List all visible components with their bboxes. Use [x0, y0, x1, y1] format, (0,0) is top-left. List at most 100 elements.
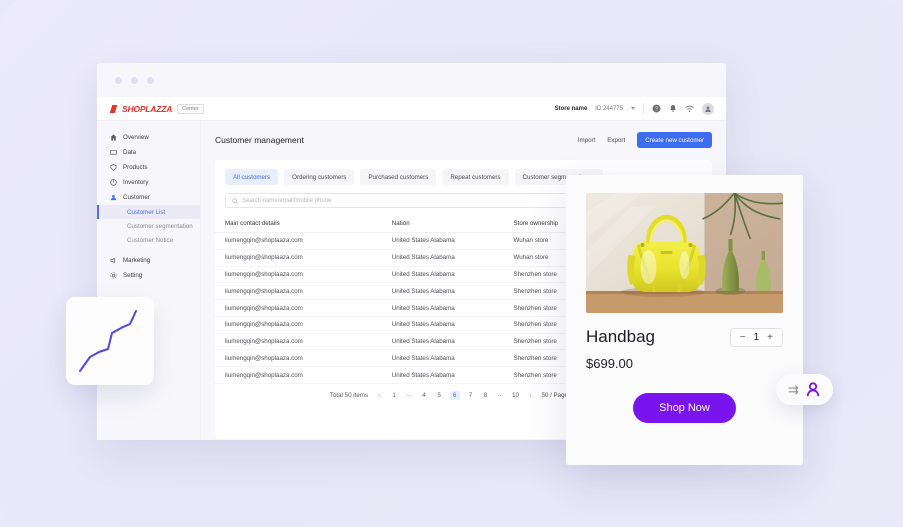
table-cell: United States Alabama: [381, 232, 504, 250]
window-dot-close[interactable]: [115, 76, 122, 84]
tab-purchased-customers[interactable]: Purchased customers: [360, 169, 437, 185]
tab-all-customers[interactable]: All customers: [225, 169, 279, 185]
table-cell: liumengqin@shoplaaza.com: [215, 366, 382, 385]
table-cell: United States Alabama: [381, 299, 504, 317]
app-top-bar: SHOPLAZZA Center Store name ID:244775 ?: [97, 97, 726, 121]
line-chart-svg: [79, 310, 137, 372]
sidebar-item-products[interactable]: Products: [97, 160, 200, 175]
avatar[interactable]: [702, 102, 714, 115]
sidebar-subitem-customer-list[interactable]: Customer List: [97, 205, 200, 219]
window-dot-minimize[interactable]: [131, 76, 138, 84]
help-icon[interactable]: ?: [652, 104, 661, 113]
sidebar-item-label: Customer: [123, 194, 150, 201]
user-icon: [109, 194, 117, 202]
export-button[interactable]: Export: [607, 137, 625, 144]
logo-text: SHOPLAZZA: [122, 103, 173, 114]
column-header-nation[interactable]: Nation: [381, 215, 504, 233]
sidebar-item-label: Products: [123, 164, 148, 171]
tag-icon: [109, 164, 117, 172]
tab-repeat-customers[interactable]: Repeat customers: [442, 169, 509, 185]
wifi-icon[interactable]: [685, 105, 694, 113]
pagination-page[interactable]: 1: [390, 392, 398, 399]
sidebar-item-setting[interactable]: Setting: [97, 268, 200, 283]
table-cell: United States Alabama: [381, 316, 504, 334]
page-header: Customer management Import Export Create…: [201, 129, 726, 151]
shop-now-button[interactable]: Shop Now: [633, 393, 736, 423]
sidebar-item-data[interactable]: Data: [97, 145, 200, 160]
brand-logo[interactable]: SHOPLAZZA Center: [109, 103, 204, 114]
double-arrow-icon: ⇉: [788, 381, 799, 397]
table-cell: United States Alabama: [381, 266, 504, 284]
tab-label: Repeat customers: [450, 173, 501, 181]
pagination-pages: 1 ··· 4 5 6 7 8 ··· 10: [390, 391, 520, 401]
sidebar-item-customer[interactable]: Customer: [97, 190, 200, 205]
quantity-decrease-button[interactable]: −: [740, 332, 746, 343]
floating-action-pill[interactable]: ⇉: [776, 374, 833, 405]
product-info-row: Handbag − 1 +: [586, 327, 783, 347]
gear-icon: [109, 272, 117, 280]
sidebar: Overview Data Products Inventory Custome…: [97, 121, 201, 440]
sidebar-item-label: Data: [123, 149, 137, 156]
sidebar-item-label: Marketing: [123, 257, 151, 264]
logo-badge: Center: [177, 103, 204, 114]
page-size-label: 50 / Page: [541, 392, 569, 400]
import-button[interactable]: Import: [578, 137, 596, 144]
window-titlebar: [97, 63, 726, 97]
monitor-icon: [109, 149, 117, 157]
product-title: Handbag: [586, 327, 656, 346]
sidebar-item-marketing[interactable]: Marketing: [97, 253, 200, 268]
pagination-page[interactable]: 4: [420, 392, 428, 399]
table-cell: United States Alabama: [381, 333, 504, 351]
pagination-next[interactable]: ›: [527, 392, 535, 399]
table-cell: United States Alabama: [381, 282, 504, 301]
home-icon: [109, 134, 117, 142]
tab-label: All customers: [233, 173, 271, 181]
sidebar-item-label: Setting: [123, 272, 143, 279]
table-cell: liumengqin@shoplaaza.com: [215, 266, 382, 284]
pagination-page[interactable]: 10: [512, 392, 520, 399]
logo-slash-icon: [109, 104, 118, 113]
quantity-value: 1: [753, 331, 760, 343]
tab-label: Purchased customers: [368, 173, 429, 181]
pagination-page[interactable]: 5: [435, 392, 443, 399]
page-title: Customer management: [215, 135, 304, 145]
divider: [643, 103, 644, 114]
sidebar-item-overview[interactable]: Overview: [97, 130, 200, 145]
sidebar-subitem-customer-notice[interactable]: Customer Notice: [97, 233, 200, 247]
bell-icon[interactable]: [669, 104, 677, 113]
page-actions: Import Export Create new customer: [578, 132, 712, 148]
table-cell: liumengqin@shoplaaza.com: [215, 249, 382, 267]
pagination-page-active[interactable]: 6: [450, 391, 460, 401]
table-cell: liumengqin@shoplaaza.com: [215, 316, 382, 334]
app-bar-right-group: Store name ID:244775 ?: [555, 102, 714, 115]
pagination-total: Total 50 items: [329, 392, 369, 400]
tab-ordering-customers[interactable]: Ordering customers: [284, 169, 355, 185]
pagination-page[interactable]: ···: [405, 392, 413, 399]
search-placeholder: Search name/email/mobile phone: [242, 197, 332, 204]
pagination-page[interactable]: 7: [467, 392, 475, 399]
pagination-prev[interactable]: ‹: [375, 392, 383, 399]
sidebar-item-label: Overview: [123, 134, 149, 141]
quantity-increase-button[interactable]: +: [767, 332, 773, 343]
handbag-photo-illustration: [586, 193, 783, 313]
page-background: SHOPLAZZA Center Store name ID:244775 ?: [0, 0, 903, 527]
pagination-page[interactable]: ···: [497, 392, 505, 399]
sidebar-item-inventory[interactable]: Inventory: [97, 175, 200, 190]
megaphone-icon: [109, 257, 117, 265]
table-cell: liumengqin@shoplaaza.com: [215, 282, 382, 301]
window-dot-maximize[interactable]: [147, 76, 154, 84]
table-cell: liumengqin@shoplaaza.com: [215, 349, 382, 368]
column-header-contact[interactable]: Main contact details: [215, 215, 382, 233]
chevron-down-icon[interactable]: [631, 107, 635, 110]
store-id-label: ID:244775: [595, 105, 623, 112]
table-cell: United States Alabama: [381, 249, 504, 267]
line-chart-card[interactable]: [66, 297, 154, 385]
pagination-page[interactable]: 8: [482, 392, 490, 399]
table-cell: liumengqin@shoplaaza.com: [215, 232, 382, 250]
sidebar-subitem-customer-segmentation[interactable]: Customer segmentation: [97, 219, 200, 233]
create-new-customer-button[interactable]: Create new customer: [637, 132, 712, 148]
svg-text:?: ?: [655, 106, 658, 112]
table-cell: United States Alabama: [381, 366, 504, 385]
quantity-stepper[interactable]: − 1 +: [729, 327, 783, 347]
product-price: $699.00: [586, 356, 633, 371]
